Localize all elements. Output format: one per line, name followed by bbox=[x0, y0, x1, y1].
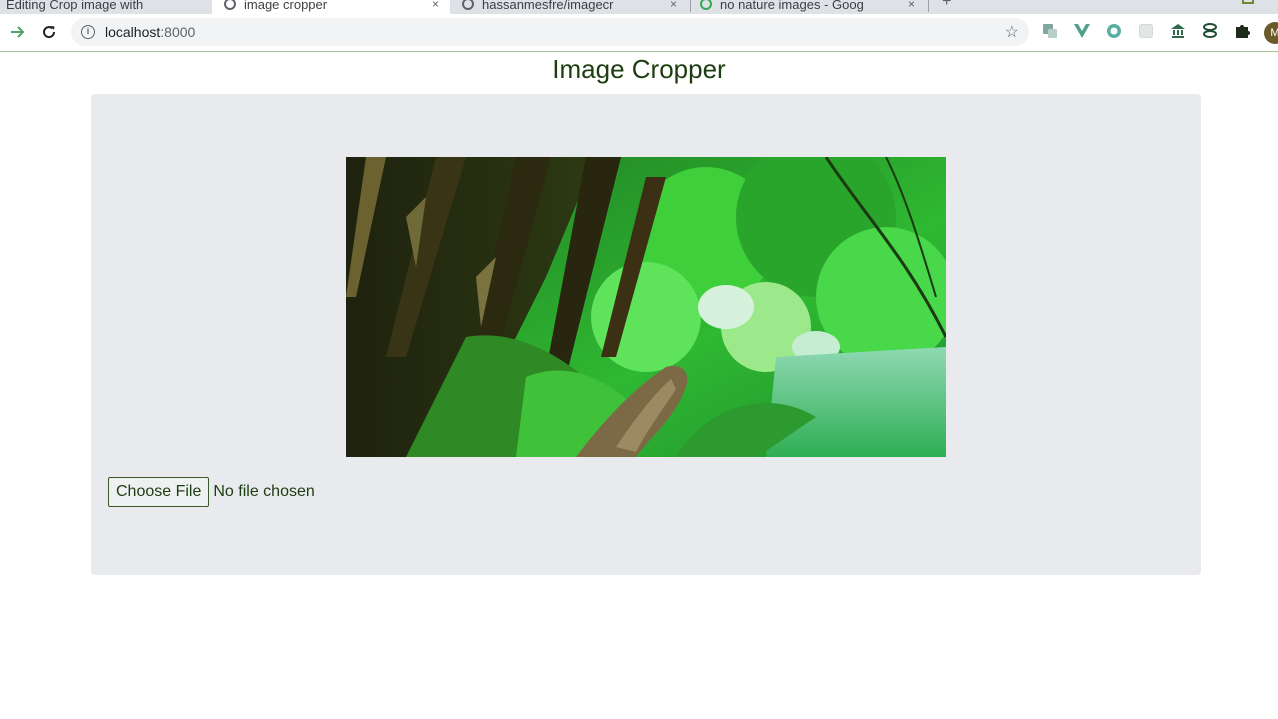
tab-separator bbox=[928, 0, 929, 12]
grid-extension-icon[interactable] bbox=[1137, 22, 1155, 40]
back-button[interactable] bbox=[5, 20, 29, 44]
stack-extension-icon[interactable] bbox=[1201, 22, 1219, 40]
address-url[interactable]: localhost:8000 bbox=[105, 24, 195, 40]
file-status-text: No file chosen bbox=[213, 483, 315, 500]
github-icon bbox=[462, 0, 474, 10]
bookmark-star-icon[interactable]: ☆ bbox=[1005, 22, 1019, 42]
address-bar[interactable]: i localhost:8000 ☆ bbox=[71, 18, 1029, 46]
browser-toolbar: i localhost:8000 ☆ M bbox=[0, 14, 1278, 52]
cropper-card: Choose File No file chosen bbox=[91, 94, 1201, 575]
tab-editing-crop-image[interactable]: Editing Crop image with bbox=[6, 0, 206, 14]
forest-path-image bbox=[346, 157, 946, 457]
circle-extension-icon[interactable] bbox=[1105, 22, 1123, 40]
tab-title: hassanmesfre/imagecr bbox=[482, 0, 614, 12]
reload-icon bbox=[43, 26, 56, 39]
choose-file-button[interactable]: Choose File bbox=[108, 477, 210, 507]
close-icon[interactable]: × bbox=[908, 0, 915, 11]
file-input[interactable]: Choose File No file chosen bbox=[108, 477, 315, 507]
back-arrow-icon bbox=[11, 26, 25, 38]
page-title: Image Cropper bbox=[552, 54, 726, 84]
google-icon bbox=[700, 0, 712, 10]
tab-title: Editing Crop image with bbox=[6, 0, 144, 12]
tab-title: image cropper bbox=[244, 0, 328, 12]
tab-github-imagecropper[interactable]: hassanmesfre/imagecr × bbox=[460, 0, 688, 14]
address-host: localhost bbox=[105, 24, 161, 40]
close-icon[interactable]: × bbox=[432, 0, 439, 11]
site-info-icon[interactable]: i bbox=[81, 25, 95, 39]
avatar[interactable]: M bbox=[1264, 22, 1278, 44]
globe-icon bbox=[224, 0, 236, 10]
vue-devtools-icon[interactable] bbox=[1073, 22, 1091, 40]
tab-image-cropper[interactable]: image cropper × bbox=[212, 0, 450, 14]
translate-icon[interactable] bbox=[1041, 22, 1059, 40]
address-port: :8000 bbox=[160, 24, 196, 40]
tab-google-search[interactable]: no nature images - Goog × bbox=[700, 0, 926, 14]
puzzle-icon[interactable] bbox=[1233, 22, 1251, 40]
tab-strip: Editing Crop image with image cropper × … bbox=[0, 0, 1278, 14]
bank-icon[interactable] bbox=[1169, 22, 1187, 40]
reload-button[interactable] bbox=[37, 20, 61, 44]
tab-separator bbox=[690, 0, 691, 12]
new-tab-button[interactable]: + bbox=[942, 0, 951, 11]
close-icon[interactable]: × bbox=[670, 0, 677, 11]
minimize-icon[interactable] bbox=[1242, 0, 1254, 4]
tab-title: no nature images - Goog bbox=[720, 0, 864, 12]
